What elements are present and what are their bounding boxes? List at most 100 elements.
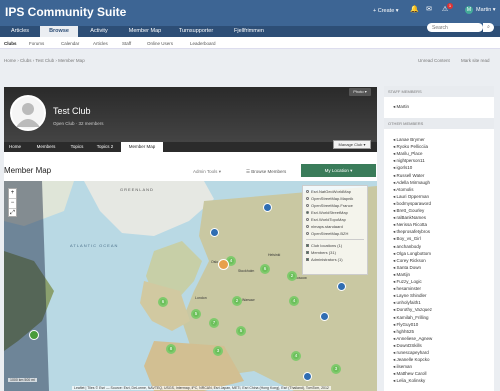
- club-location-icon[interactable]: [218, 259, 229, 270]
- member-list-item[interactable]: ◂ Brett_Gourley: [393, 208, 424, 214]
- mark-read-link[interactable]: Mark site read: [461, 58, 490, 63]
- member-list-item[interactable]: ◂ FlyGuy010: [393, 322, 418, 328]
- layer-option[interactable]: OpenStreetMap.BZH: [306, 230, 364, 237]
- member-list-item[interactable]: ◂ anchanbody: [393, 244, 421, 250]
- nav-tab-turnsupporter[interactable]: Turnsupporter: [170, 26, 222, 37]
- nav-tab-fjellfrimmen[interactable]: Fjellfrimmen: [224, 26, 274, 37]
- member-pin-icon[interactable]: [263, 203, 272, 212]
- club-tab-topics[interactable]: Topics: [64, 142, 90, 152]
- member-list-item[interactable]: ◂ Lanae Brymer: [393, 137, 425, 143]
- layer-option[interactable]: OpenStreetMap.France: [306, 202, 364, 209]
- member-pin-icon[interactable]: [210, 228, 219, 237]
- member-list-item[interactable]: ◂ Layne Shindler: [393, 293, 427, 299]
- fullscreen-button[interactable]: ⤢: [9, 208, 16, 218]
- member-list-item[interactable]: ◂ runescapeyhard: [393, 350, 429, 356]
- site-title[interactable]: IPS Community Suite: [5, 5, 126, 19]
- subnav-calendar[interactable]: Calendar: [61, 41, 79, 46]
- map-cluster[interactable]: 3: [213, 346, 223, 356]
- member-list-item[interactable]: ◂ Atomolis: [393, 187, 414, 193]
- member-list-item[interactable]: ◂ unholyfaith1: [393, 300, 421, 306]
- subnav-forums[interactable]: Forums: [29, 41, 44, 46]
- member-pin-icon[interactable]: [303, 372, 312, 381]
- overlay-option[interactable]: Members (31): [306, 249, 364, 256]
- subnav-leaderboard[interactable]: Leaderboard: [190, 41, 216, 46]
- map-cluster[interactable]: 7: [209, 318, 219, 328]
- member-list-item[interactable]: ◂ igorls10: [393, 165, 412, 171]
- map-cluster[interactable]: 2: [287, 271, 297, 281]
- member-list-item[interactable]: ◂ DownDSkills: [393, 343, 422, 349]
- member-list-item[interactable]: ◂ bodmysparaword: [393, 201, 431, 207]
- member-list-item[interactable]: ◂ Russell Water: [393, 173, 424, 179]
- layer-option[interactable]: Esri.WorldTopoMap: [306, 216, 364, 223]
- map-cluster[interactable]: 5: [191, 309, 201, 319]
- layer-option[interactable]: Esri.NatGeoWorldMap: [306, 188, 364, 195]
- member-list-item[interactable]: ◂ Boy_vs_Girl: [393, 236, 421, 242]
- club-tab-home[interactable]: Home: [4, 142, 26, 152]
- member-list-item[interactable]: ◂ Fuzzy_Logic: [393, 279, 422, 285]
- browse-members-button[interactable]: ☰ Browse Members: [246, 169, 286, 175]
- admin-tools-menu[interactable]: Admin Tools ▾: [193, 169, 221, 175]
- member-list-item[interactable]: ◂ Olga Longbottom: [393, 251, 431, 257]
- member-list-item[interactable]: ◂ Lauri Opperman: [393, 194, 429, 200]
- member-list-item[interactable]: ◂ nightperson11: [393, 158, 425, 164]
- member-list-item[interactable]: ◂ Jeanelle Kopcko: [393, 357, 430, 363]
- photo-button[interactable]: Photo ▾: [349, 88, 371, 96]
- layer-option[interactable]: OpenStreetMap.Mapnik: [306, 195, 364, 202]
- layer-option[interactable]: Esri.WorldStreetMap: [306, 209, 364, 216]
- my-location-button[interactable]: My Location ▾: [301, 164, 376, 177]
- nav-tab-articles[interactable]: Articles: [4, 26, 36, 37]
- member-list-item[interactable]: ◂ Lelia_Kolinsky: [393, 378, 425, 384]
- club-tab-member-map[interactable]: Member Map: [121, 142, 163, 152]
- nav-tab-activity[interactable]: Activity: [80, 26, 118, 37]
- member-list-item[interactable]: ◂ ralBankNames: [393, 215, 426, 221]
- unread-content-link[interactable]: Unread Content: [418, 58, 450, 63]
- map-cluster[interactable]: 2: [232, 296, 242, 306]
- user-avatar[interactable]: M: [465, 6, 473, 14]
- subnav-online-users[interactable]: Online Users: [147, 41, 173, 46]
- member-list-item[interactable]: ◂ Nerissa Ricotta: [393, 222, 427, 228]
- map-cluster[interactable]: 3: [331, 364, 341, 374]
- map-cluster[interactable]: 6: [158, 297, 168, 307]
- search-icon[interactable]: ⌕: [483, 23, 494, 32]
- member-list-item[interactable]: ◂ Adella Mirmaugh: [393, 180, 430, 186]
- create-button[interactable]: + Create ▾: [373, 8, 399, 14]
- zoom-in-button[interactable]: +: [9, 189, 16, 198]
- staff-member[interactable]: ◂ Martin: [393, 104, 409, 110]
- map-cluster[interactable]: 8: [166, 344, 176, 354]
- breadcrumb[interactable]: Home › Clubs › Test Club › Member Map: [4, 58, 85, 63]
- map-cluster[interactable]: 6: [260, 264, 270, 274]
- zoom-out-button[interactable]: −: [9, 198, 16, 208]
- map-cluster[interactable]: 5: [236, 326, 246, 336]
- club-tab-members[interactable]: Members: [30, 142, 62, 152]
- member-list-item[interactable]: ◂ ilseman: [393, 364, 412, 370]
- member-list-item[interactable]: ◂ Dorothy_Vazquez: [393, 307, 432, 313]
- member-list-item[interactable]: ◂ Corey Rickson: [393, 258, 426, 264]
- member-list-item[interactable]: ◂ Matthew Caroll: [393, 371, 427, 377]
- user-menu[interactable]: Martin ▾: [476, 7, 496, 13]
- member-list-item[interactable]: ◂ hesaminster: [393, 286, 421, 292]
- member-list-item[interactable]: ◂ Kamilah_Frilling: [393, 315, 429, 321]
- member-list-item[interactable]: ◂ Santa Down: [393, 265, 421, 271]
- member-list-item[interactable]: ◂ Marilu_Place: [393, 151, 423, 157]
- bell-icon[interactable]: 🔔: [410, 6, 419, 14]
- subnav-staff[interactable]: Staff: [122, 41, 131, 46]
- subnav-clubs[interactable]: Clubs: [4, 41, 17, 46]
- nav-tab-member-map[interactable]: Member Map: [122, 26, 168, 37]
- search-input[interactable]: [427, 23, 483, 32]
- subnav-articles[interactable]: Articles: [93, 41, 108, 46]
- map-cluster[interactable]: 4: [291, 351, 301, 361]
- club-tab-topics-2[interactable]: Topics 2: [91, 142, 119, 152]
- home-marker-icon[interactable]: [29, 330, 39, 340]
- member-list-item[interactable]: ◂ Ryoko Pellicciia: [393, 144, 428, 150]
- nav-tab-browse[interactable]: Browse: [40, 26, 78, 37]
- member-list-item[interactable]: ◂ hghh525: [393, 329, 414, 335]
- map-cluster[interactable]: 4: [289, 296, 299, 306]
- overlay-option[interactable]: Administrators (1): [306, 256, 364, 263]
- member-list-item[interactable]: ◂ theprosafetybros: [393, 229, 430, 235]
- member-pin-icon[interactable]: [337, 282, 346, 291]
- mail-icon[interactable]: ✉: [425, 6, 433, 14]
- map-attribution[interactable]: Leaflet | Tiles © Esri — Source: Esri, D…: [72, 386, 331, 390]
- layer-option[interactable]: nlmaps.standaard: [306, 223, 364, 230]
- manage-club-button[interactable]: Manage Club ▾: [333, 140, 371, 149]
- member-pin-icon[interactable]: [320, 312, 329, 321]
